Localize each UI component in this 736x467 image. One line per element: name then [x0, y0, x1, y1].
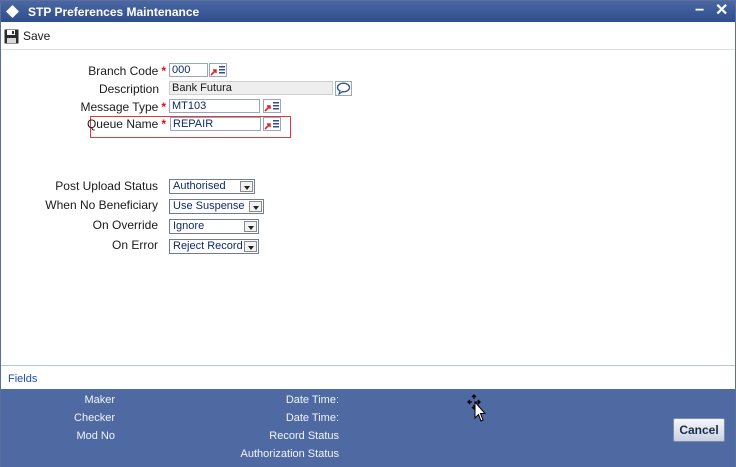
required-marker: *: [161, 100, 166, 114]
description-label: Description: [98, 82, 159, 96]
branch-code-label-text: Branch Code: [88, 64, 159, 78]
queue-name-input[interactable]: REPAIR: [170, 117, 261, 131]
chevron-down-icon: [244, 241, 257, 252]
required-marker: *: [161, 117, 166, 131]
list-of-values-icon: [264, 120, 279, 130]
message-type-input[interactable]: MT103: [169, 99, 260, 113]
when-no-beneficiary-value: Use Suspense: [173, 200, 245, 212]
post-upload-status-value: Authorised: [173, 180, 226, 192]
floppy-disk-icon: [4, 29, 19, 43]
mod-no-label: Mod No: [76, 430, 115, 442]
chevron-down-icon: [244, 221, 257, 232]
minimize-button[interactable]: −: [695, 2, 704, 20]
when-no-beneficiary-label: When No Beneficiary: [45, 198, 158, 212]
on-error-select[interactable]: Reject Record: [169, 239, 259, 254]
authorization-status-label: Authorization Status: [240, 448, 339, 460]
queue-name-label-text: Queue Name: [86, 117, 159, 131]
list-of-values-icon: [210, 66, 225, 76]
branch-code-label: Branch Code *: [41, 64, 166, 78]
description-comment-button[interactable]: [335, 81, 352, 96]
save-label: Save: [23, 29, 51, 43]
queue-name-lov-button[interactable]: [263, 117, 281, 131]
branch-code-input[interactable]: 000: [169, 63, 208, 77]
description-input[interactable]: Bank Futura: [169, 81, 333, 95]
queue-name-label: Queue Name *: [41, 117, 166, 131]
maker-date-time-label: Date Time:: [285, 394, 339, 406]
window-title: STP Preferences Maintenance: [28, 5, 200, 19]
fields-bar: Fields: [1, 365, 735, 389]
checker-date-time-label: Date Time:: [285, 412, 339, 424]
fields-link[interactable]: Fields: [8, 373, 37, 385]
on-override-value: Ignore: [173, 220, 205, 232]
move-cursor-icon: [467, 394, 487, 422]
audit-footer: Maker Checker Mod No Date Time: Date Tim…: [1, 389, 735, 467]
message-type-lov-button[interactable]: [263, 99, 281, 113]
title-bar: STP Preferences Maintenance − ✕: [1, 1, 735, 22]
record-status-label: Record Status: [269, 430, 339, 442]
speech-bubble-icon: [336, 82, 351, 96]
save-button[interactable]: Save: [4, 28, 50, 44]
on-error-label: On Error: [111, 238, 158, 252]
cancel-button[interactable]: Cancel: [673, 418, 725, 442]
required-marker: *: [161, 64, 166, 78]
branch-code-lov-button[interactable]: [209, 63, 227, 77]
chevron-down-icon: [249, 201, 262, 212]
stp-preferences-window: STP Preferences Maintenance − ✕ Save Bra…: [0, 0, 736, 467]
post-upload-status-label: Post Upload Status: [55, 179, 158, 193]
on-error-value: Reject Record: [173, 240, 243, 252]
when-no-beneficiary-select[interactable]: Use Suspense: [169, 199, 264, 214]
message-type-label: Message Type *: [41, 100, 167, 114]
close-button[interactable]: ✕: [715, 2, 728, 20]
on-override-label: On Override: [92, 218, 158, 232]
diamond-icon: [6, 5, 19, 18]
message-type-label-text: Message Type: [80, 100, 159, 114]
list-of-values-icon: [264, 102, 279, 112]
post-upload-status-select[interactable]: Authorised: [169, 179, 255, 194]
toolbar: Save: [1, 22, 735, 50]
checker-label: Checker: [74, 412, 115, 424]
maker-label: Maker: [84, 394, 115, 406]
chevron-down-icon: [240, 181, 253, 192]
on-override-select[interactable]: Ignore: [169, 219, 259, 234]
